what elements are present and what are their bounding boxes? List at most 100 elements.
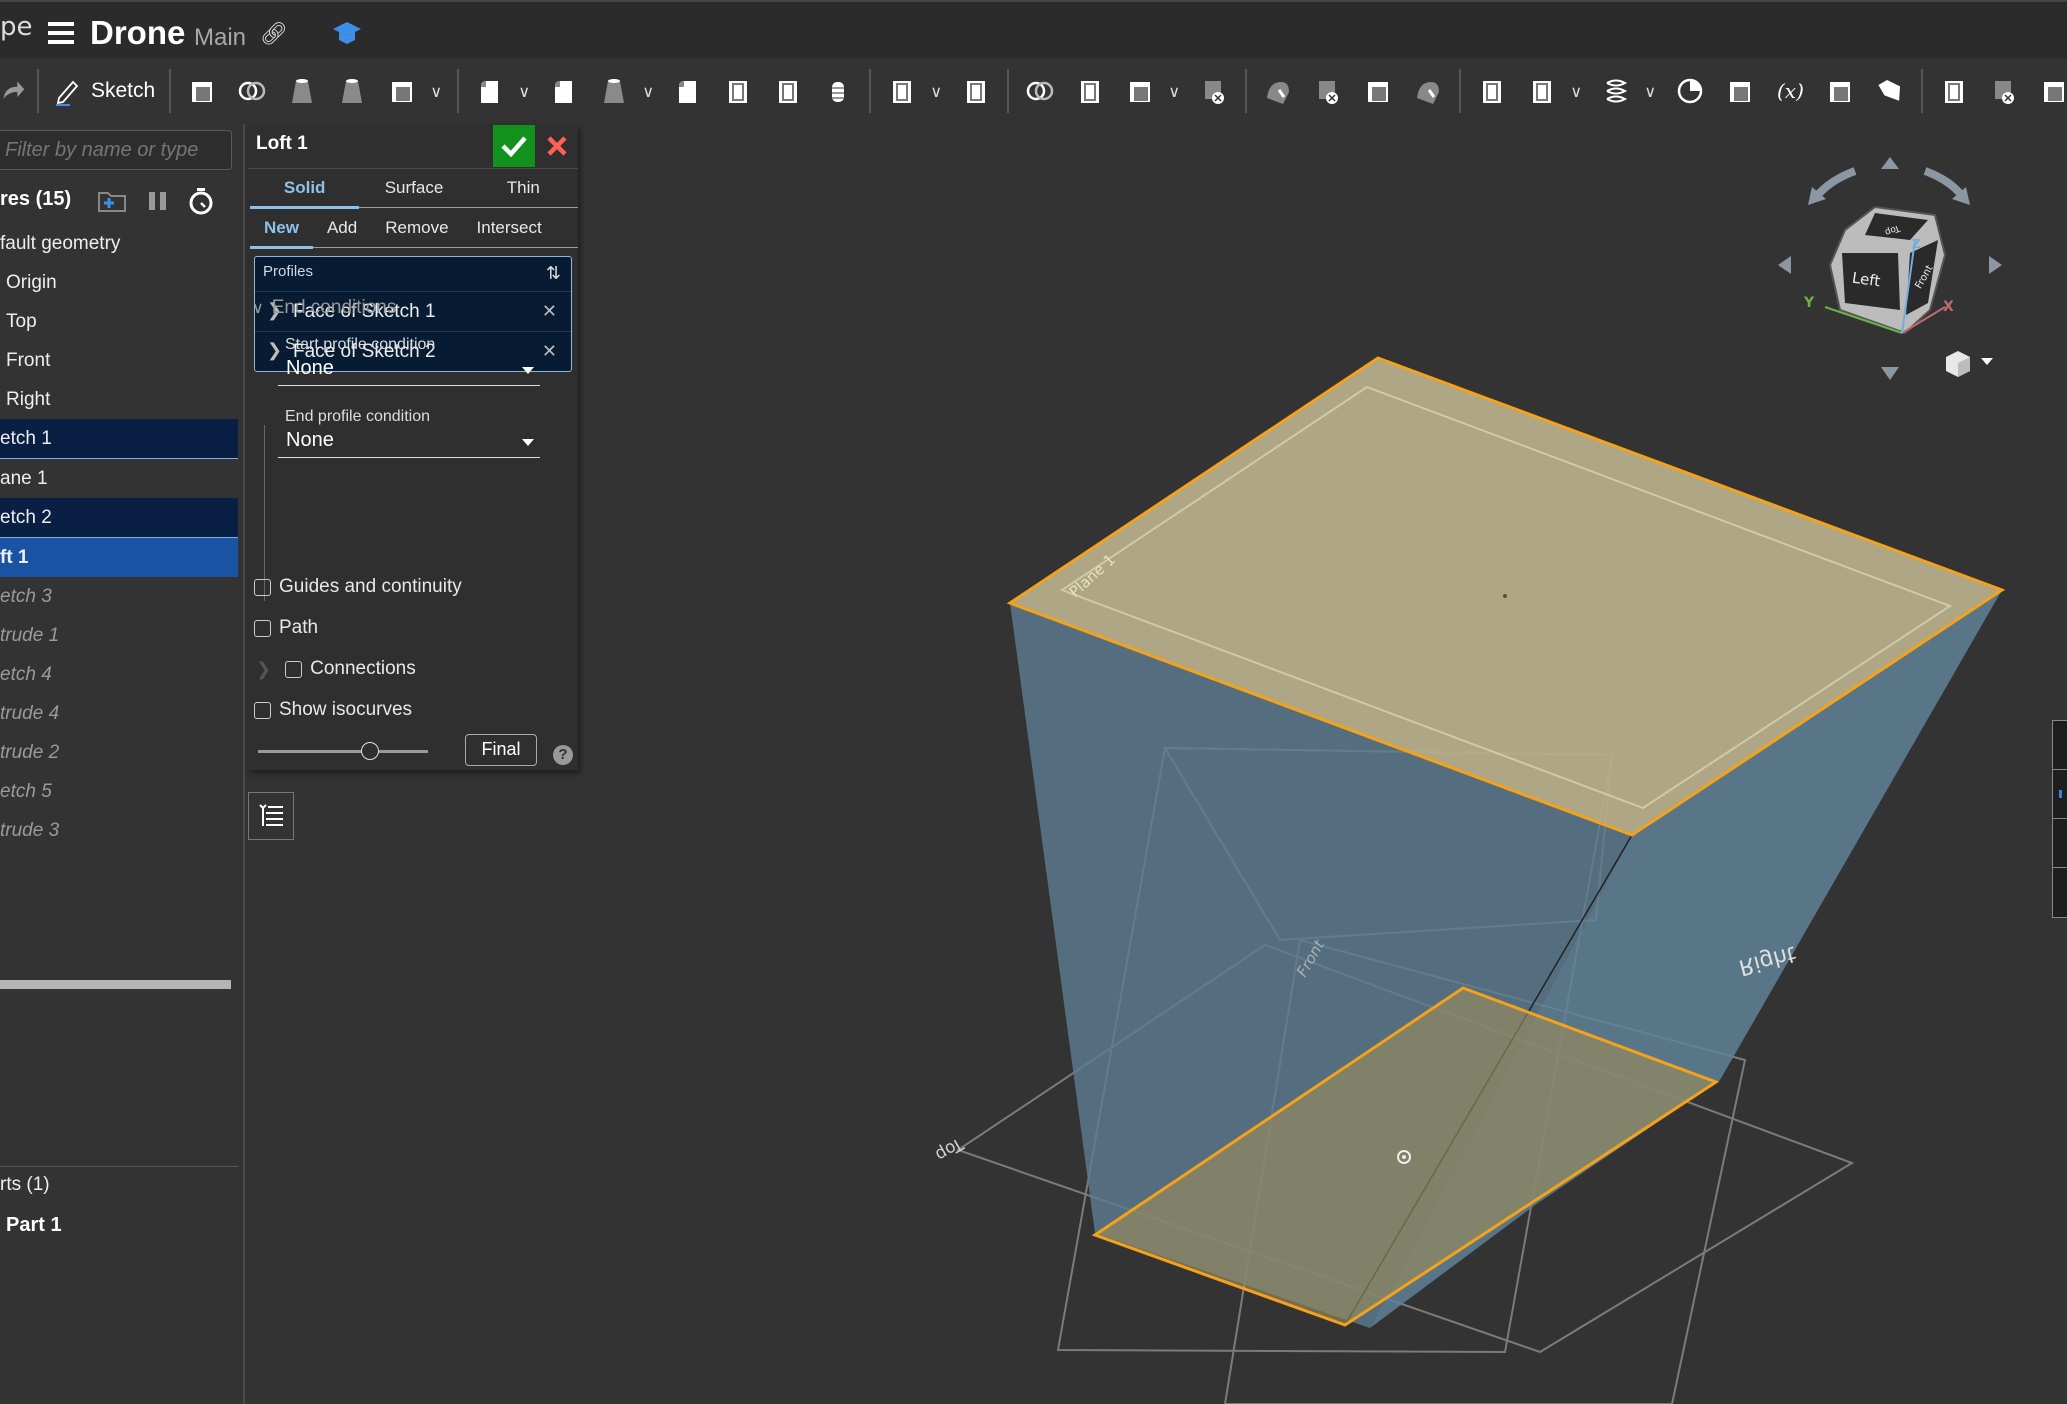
configuration-icon[interactable] <box>1820 71 1860 111</box>
start-condition-select[interactable]: None <box>278 355 540 386</box>
sweep-icon[interactable] <box>282 71 322 111</box>
dock-tab-bom[interactable] <box>2053 819 2067 868</box>
chevron-down-icon[interactable]: ∨ <box>427 82 445 101</box>
tab-remove[interactable]: Remove <box>371 209 462 247</box>
slider-handle[interactable] <box>360 742 379 760</box>
feature-tree-item[interactable]: etch 1 <box>0 419 238 459</box>
branch-name[interactable]: Main <box>194 24 246 52</box>
chevron-down-icon[interactable]: ∨ <box>927 82 945 101</box>
sheet-metal-icon[interactable] <box>1934 71 1974 111</box>
mate-connector-icon[interactable] <box>1522 71 1562 111</box>
end-conditions-toggle[interactable]: ∨ End conditions <box>252 297 396 319</box>
helix-icon[interactable] <box>1596 71 1636 111</box>
rotate-ccw-icon[interactable] <box>1812 167 1857 200</box>
preview-slider[interactable] <box>258 742 428 760</box>
thread-icon[interactable] <box>818 71 858 111</box>
loft-icon[interactable] <box>332 71 372 111</box>
chevron-down-icon[interactable]: ∨ <box>639 82 657 101</box>
chevron-down-icon[interactable]: ∨ <box>1641 82 1659 101</box>
remove-profile-icon[interactable]: ✕ <box>542 341 557 362</box>
mass-properties-icon[interactable] <box>1670 71 1710 111</box>
path-checkbox[interactable]: Path <box>254 617 318 639</box>
rotate-left-arrow-icon[interactable] <box>1778 256 1791 274</box>
plane-icon[interactable] <box>1472 71 1512 111</box>
connections-checkbox[interactable] <box>285 660 303 678</box>
accept-button[interactable] <box>493 125 535 167</box>
view-mode-dropdown-icon[interactable] <box>1981 358 1993 365</box>
mirror-icon[interactable] <box>956 71 996 111</box>
rotate-cw-icon[interactable] <box>1923 167 1967 200</box>
help-icon[interactable]: ? <box>553 745 573 765</box>
boolean-icon[interactable] <box>1020 71 1060 111</box>
shell-icon[interactable] <box>718 71 758 111</box>
end-condition-select[interactable]: None <box>278 427 540 458</box>
checkbox-box[interactable] <box>254 578 271 596</box>
feature-tree-item[interactable]: trude 1 <box>0 616 238 655</box>
revolve-icon[interactable] <box>232 71 272 111</box>
feature-tree-item[interactable]: trude 4 <box>0 694 238 733</box>
rollback-bar[interactable] <box>0 980 231 989</box>
checkbox-box[interactable] <box>254 619 271 637</box>
tab-solid[interactable]: Solid <box>250 169 360 209</box>
tab-new[interactable]: New <box>250 209 313 249</box>
checkbox-box[interactable] <box>254 701 271 719</box>
new-folder-icon[interactable] <box>96 186 128 216</box>
extrude-icon[interactable] <box>182 71 222 111</box>
chevron-down-icon[interactable]: ∨ <box>1567 82 1585 101</box>
breadcrumb[interactable]: pe <box>0 12 33 42</box>
dock-tab-properties[interactable] <box>2053 770 2067 819</box>
hamburger-menu-icon[interactable] <box>48 22 74 44</box>
remove-profile-icon[interactable]: ✕ <box>542 301 557 322</box>
dock-tab-appearance[interactable] <box>2053 721 2067 770</box>
part-list-item[interactable]: Part 1 <box>6 1214 62 1237</box>
feature-tree-item[interactable]: etch 4 <box>0 655 238 694</box>
feature-tree-item[interactable]: etch 2 <box>0 498 238 538</box>
move-face-icon[interactable] <box>1358 71 1398 111</box>
tab-intersect[interactable]: Intersect <box>463 209 556 247</box>
linear-pattern-icon[interactable] <box>882 71 922 111</box>
feature-tree-item[interactable]: trude 2 <box>0 733 238 772</box>
sketch-button[interactable]: Sketch <box>53 76 155 106</box>
hole-icon[interactable] <box>768 71 808 111</box>
chamfer-icon[interactable] <box>544 71 584 111</box>
split-icon[interactable] <box>1070 71 1110 111</box>
draft-icon[interactable] <box>594 71 634 111</box>
dock-tab-configurations[interactable] <box>2053 868 2067 916</box>
chevron-down-icon[interactable]: ∨ <box>515 82 533 101</box>
cancel-button[interactable] <box>540 129 574 163</box>
modify-fillet-icon[interactable] <box>1258 71 1298 111</box>
reorder-icon[interactable]: ⇅ <box>546 263 561 284</box>
tab-thin[interactable]: Thin <box>469 169 578 207</box>
rotate-down-arrow-icon[interactable] <box>1881 367 1899 380</box>
feature-tree-item[interactable]: etch 5 <box>0 772 238 811</box>
delete-face-icon[interactable] <box>1308 71 1348 111</box>
feature-tree-item[interactable]: Right <box>0 380 238 419</box>
rib-icon[interactable] <box>668 71 708 111</box>
feature-tree-item[interactable]: ane 1 <box>0 459 238 498</box>
tag-icon[interactable] <box>1870 71 1910 111</box>
rotate-up-arrow-icon[interactable] <box>1881 157 1899 169</box>
stopwatch-icon[interactable] <box>186 186 218 216</box>
isocurves-checkbox[interactable]: Show isocurves <box>254 699 412 721</box>
derived-icon[interactable] <box>1720 71 1760 111</box>
feature-tree-item[interactable]: etch 3 <box>0 577 238 616</box>
fillet-icon[interactable] <box>470 71 510 111</box>
tab-surface[interactable]: Surface <box>359 169 468 207</box>
feature-tree-item[interactable]: fault geometry <box>0 224 238 263</box>
graduation-cap-icon[interactable] <box>332 18 362 55</box>
delete-part-icon[interactable] <box>1194 71 1234 111</box>
replace-face-icon[interactable] <box>1408 71 1448 111</box>
variable-icon[interactable]: (x) <box>1770 71 1810 111</box>
guides-checkbox[interactable]: Guides and continuity <box>254 576 462 598</box>
feature-tree-item[interactable]: Front <box>0 341 238 380</box>
feature-tree-item[interactable]: ft 1 <box>0 538 238 577</box>
rotate-right-arrow-icon[interactable] <box>1989 256 2002 274</box>
parts-count-label[interactable]: rts (1) <box>0 1174 50 1196</box>
redo-icon[interactable] <box>0 71 26 111</box>
feature-tree-item[interactable]: Top <box>0 302 238 341</box>
thicken-icon[interactable] <box>382 71 422 111</box>
chevron-right-icon[interactable]: ❯ <box>256 659 271 680</box>
pause-icon[interactable] <box>146 186 178 216</box>
link-icon[interactable]: 🔗︎ <box>260 22 288 47</box>
feature-tree-item[interactable]: Origin <box>0 263 238 302</box>
